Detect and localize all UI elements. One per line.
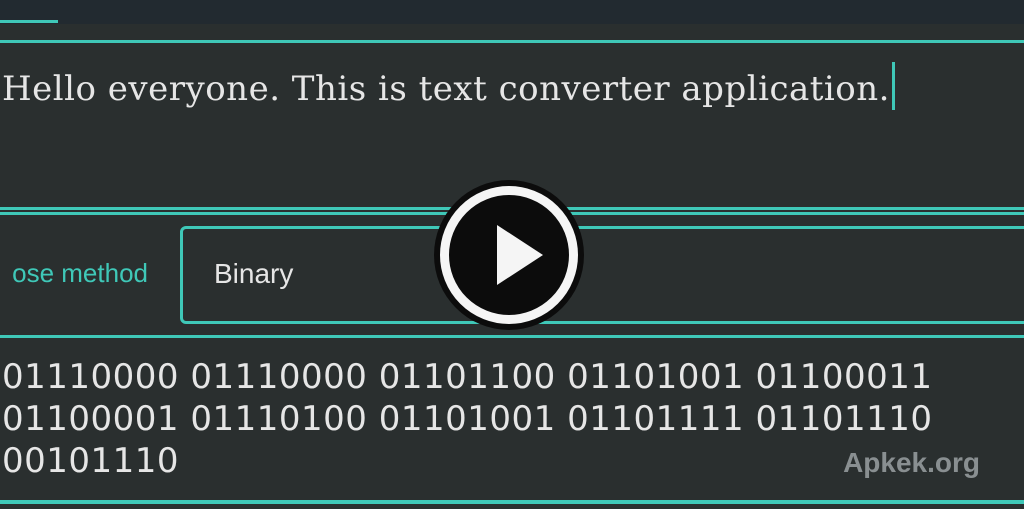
top-bar bbox=[0, 0, 1024, 24]
bottom-divider bbox=[0, 500, 1024, 504]
choose-method-label: ose method bbox=[12, 258, 148, 288]
input-text-value: Hello everyone. This is text converter a… bbox=[2, 69, 890, 109]
input-text-content[interactable]: Hello everyone. This is text converter a… bbox=[2, 62, 895, 110]
tab-indicator bbox=[0, 20, 58, 23]
method-dropdown[interactable] bbox=[180, 226, 1024, 324]
play-icon bbox=[497, 225, 543, 285]
method-selected-value: Binary bbox=[214, 258, 294, 289]
watermark: Apkek.org bbox=[843, 447, 980, 478]
text-caret bbox=[891, 62, 895, 110]
play-button[interactable] bbox=[440, 186, 578, 324]
